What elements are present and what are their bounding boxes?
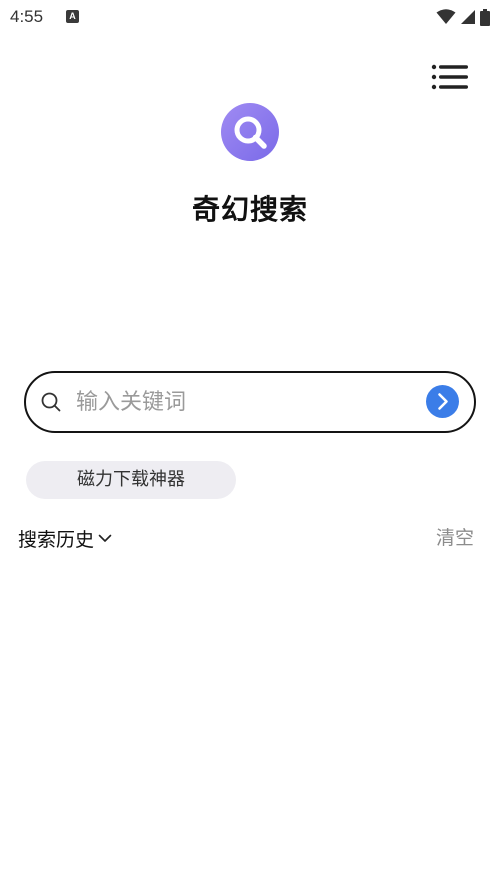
chevron-down-icon: [98, 534, 112, 542]
menu-icon: [431, 64, 468, 90]
status-time: 4:55: [10, 7, 44, 26]
wifi-icon: [436, 9, 456, 24]
chevron-right-icon: [438, 393, 448, 410]
battery-icon: [480, 8, 490, 26]
cellular-signal-icon: [461, 10, 475, 24]
app-title: 奇幻搜索: [191, 193, 308, 226]
notification-app-icon: A: [66, 10, 79, 23]
quick-tag-magnet-downloader[interactable]: 磁力下载神器: [26, 461, 236, 499]
clear-history-button[interactable]: 清空: [436, 524, 474, 552]
menu-button[interactable]: [428, 62, 472, 92]
history-toggle[interactable]: 搜索历史: [18, 524, 112, 552]
search-icon: [41, 392, 61, 412]
status-icons: [436, 8, 490, 26]
history-title: 搜索历史: [18, 528, 95, 551]
magnifier-logo-icon: [221, 103, 279, 161]
app-logo: [221, 103, 279, 161]
status-bar: 4:55 A: [0, 0, 500, 34]
history-header: 搜索历史 清空: [18, 524, 474, 552]
search-bar: [24, 371, 476, 433]
search-submit-button[interactable]: [426, 385, 459, 418]
search-input[interactable]: [76, 383, 416, 421]
